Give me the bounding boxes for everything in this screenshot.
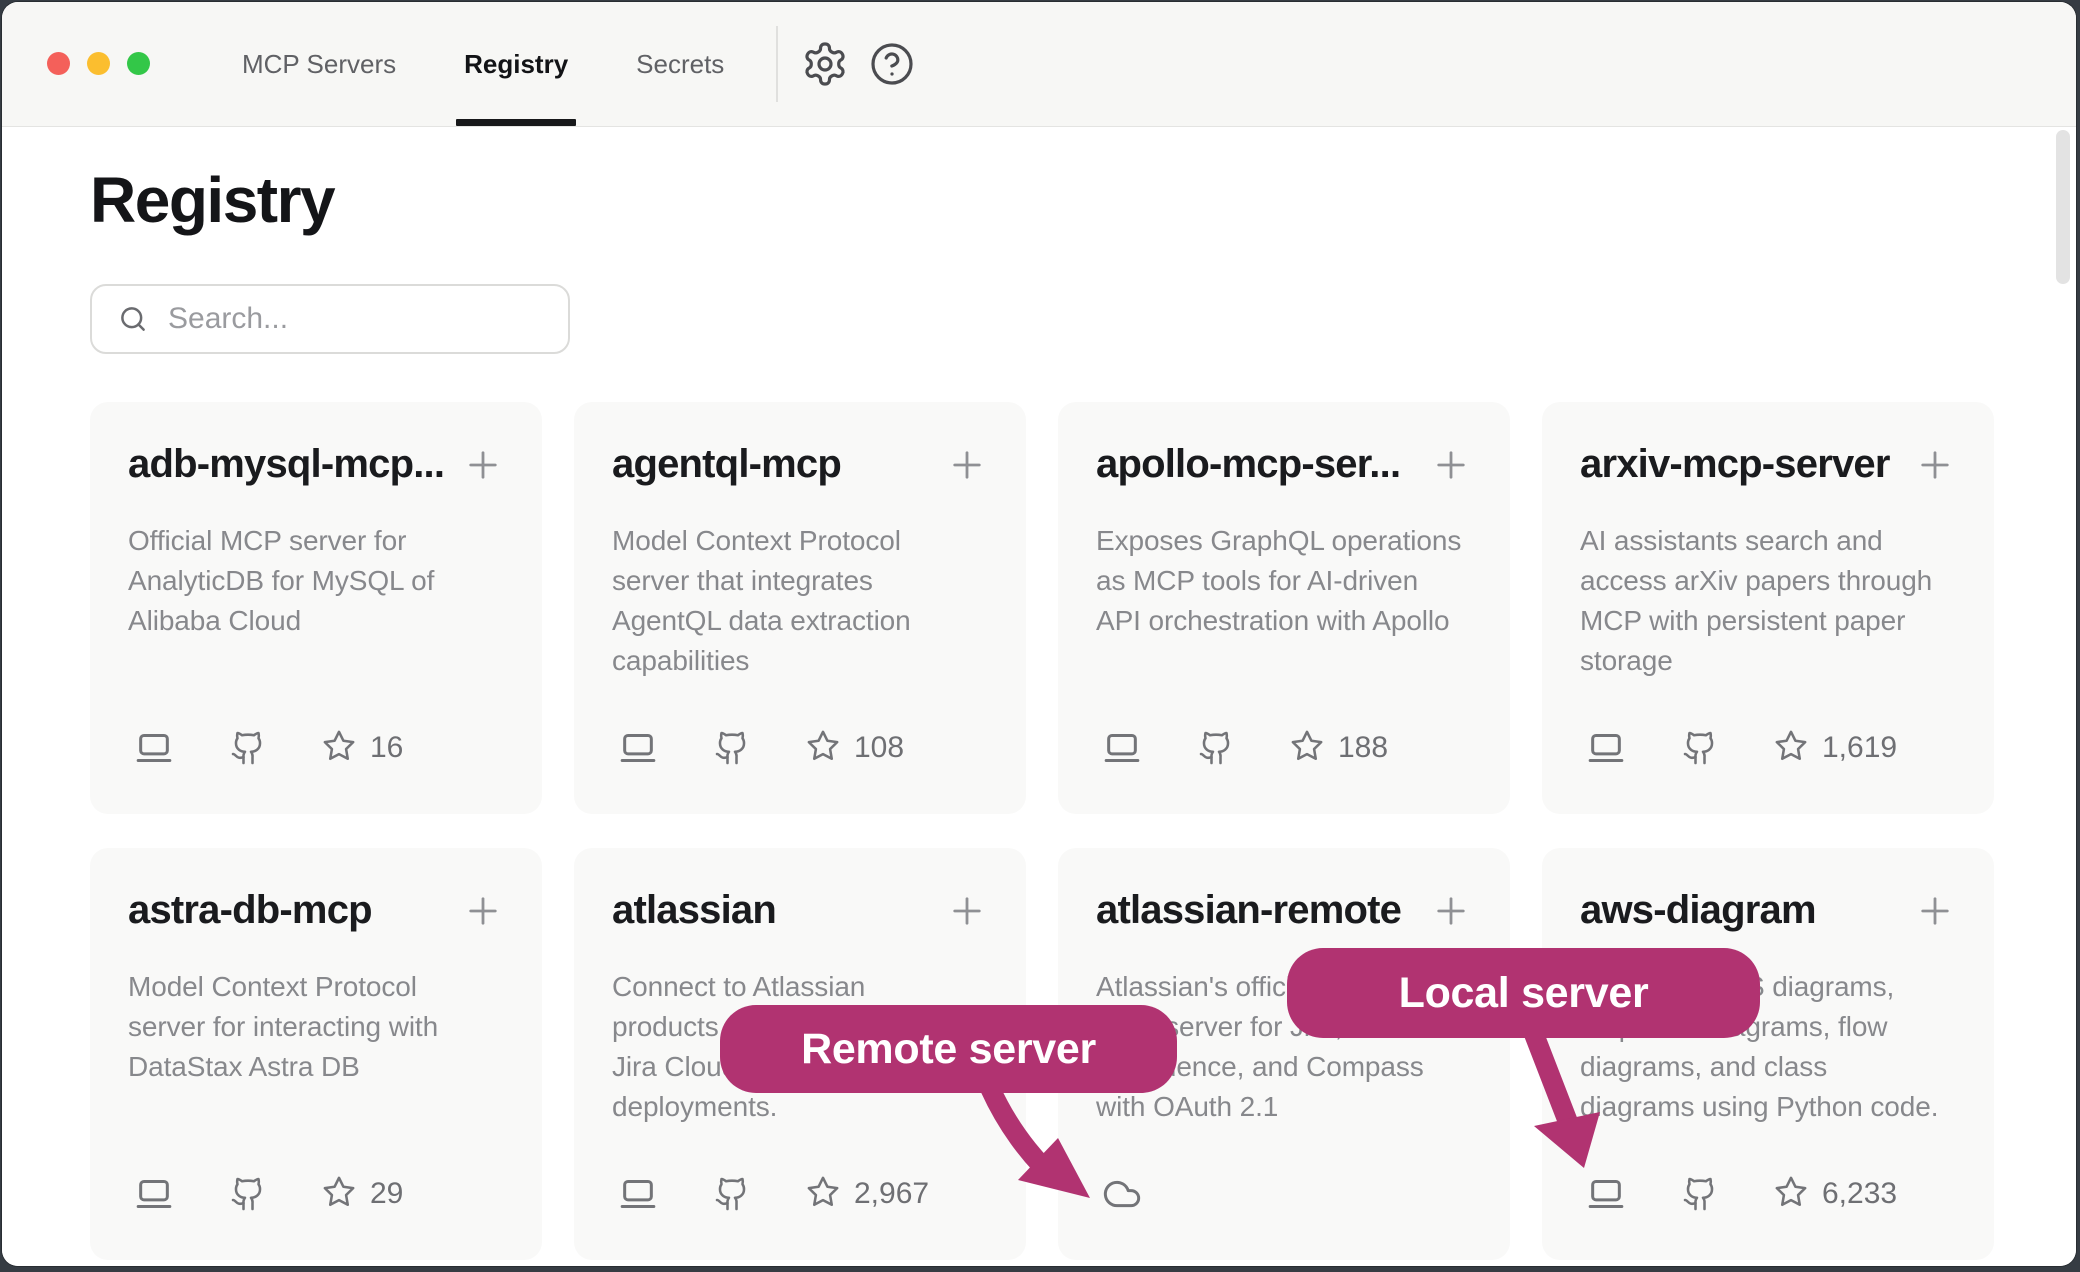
github-icon[interactable] (1682, 1176, 1718, 1212)
server-description: Model Context Protocol server for intera… (128, 967, 548, 1087)
tab-mcp-servers[interactable]: MCP Servers (236, 2, 402, 126)
server-name: agentql-mcp (612, 442, 841, 487)
plus-icon (1430, 890, 1472, 932)
server-card[interactable]: astra-db-mcp Model Context Protocol serv… (90, 848, 542, 1260)
star-count: 2,967 (854, 1177, 929, 1211)
github-icon[interactable] (1682, 730, 1718, 766)
laptop-icon (1586, 728, 1626, 768)
plus-icon (1914, 444, 1956, 486)
page-title: Registry (90, 163, 334, 237)
screen: MCP Servers Registry Secrets Registry ad… (0, 0, 2080, 1272)
card-footer: 16 (134, 728, 403, 768)
laptop-icon (618, 1174, 658, 1214)
star-icon (1774, 729, 1808, 768)
card-footer: 29 (134, 1174, 403, 1214)
server-name: aws-diagram (1580, 888, 1816, 933)
star-icon (806, 1175, 840, 1214)
plus-icon (462, 444, 504, 486)
card-footer: 108 (618, 728, 904, 768)
laptop-icon (134, 1174, 174, 1214)
plus-icon (1430, 444, 1472, 486)
plus-icon (1914, 890, 1956, 932)
server-name: adb-mysql-mcp... (128, 442, 444, 487)
search-icon (118, 304, 148, 334)
server-card[interactable]: apollo-mcp-ser... Exposes GraphQL operat… (1058, 402, 1510, 814)
add-server-button[interactable] (946, 890, 988, 932)
server-card[interactable]: agentql-mcp Model Context Protocol serve… (574, 402, 1026, 814)
help-icon[interactable] (868, 40, 916, 88)
server-name: astra-db-mcp (128, 888, 372, 933)
tab-secrets[interactable]: Secrets (630, 2, 730, 126)
github-icon[interactable] (1198, 730, 1234, 766)
server-name: arxiv-mcp-server (1580, 442, 1890, 487)
server-card[interactable]: adb-mysql-mcp... Official MCP server for… (90, 402, 542, 814)
card-footer: 1,619 (1586, 728, 1897, 768)
server-description: AI assistants search and access arXiv pa… (1580, 521, 2000, 681)
laptop-icon (618, 728, 658, 768)
server-card-grid: adb-mysql-mcp... Official MCP server for… (90, 402, 1994, 1260)
star-count: 6,233 (1822, 1177, 1897, 1211)
plus-icon (462, 890, 504, 932)
card-footer: 2,967 (618, 1174, 929, 1214)
plus-icon (946, 444, 988, 486)
star-icon (1290, 729, 1324, 768)
server-description: Model Context Protocol server that integ… (612, 521, 1032, 681)
tab-registry[interactable]: Registry (458, 2, 574, 126)
minimize-button[interactable] (87, 52, 110, 75)
star-count: 188 (1338, 731, 1388, 765)
add-server-button[interactable] (1914, 444, 1956, 486)
server-name: atlassian-remote (1096, 888, 1401, 933)
search-box[interactable] (90, 284, 570, 354)
add-server-button[interactable] (462, 444, 504, 486)
server-description: Exposes GraphQL operations as MCP tools … (1096, 521, 1516, 641)
annotation-remote-server: Remote server (720, 1005, 1177, 1093)
server-card[interactable]: aws-diagram Generate AWS diagrams, seque… (1542, 848, 1994, 1260)
star-icon (1774, 1175, 1808, 1214)
star-icon (322, 1175, 356, 1214)
laptop-icon (1586, 1174, 1626, 1214)
server-name: apollo-mcp-ser... (1096, 442, 1400, 487)
cloud-icon (1102, 1174, 1142, 1214)
annotation-local-server: Local server (1287, 948, 1760, 1038)
add-server-button[interactable] (1430, 444, 1472, 486)
github-icon[interactable] (230, 1176, 266, 1212)
toolbar-divider (776, 26, 778, 102)
star-count: 29 (370, 1177, 403, 1211)
github-icon[interactable] (230, 730, 266, 766)
toolbar: MCP Servers Registry Secrets (2, 2, 2076, 127)
add-server-button[interactable] (1914, 890, 1956, 932)
card-footer (1102, 1174, 1142, 1214)
add-server-button[interactable] (946, 444, 988, 486)
github-icon[interactable] (714, 1176, 750, 1212)
add-server-button[interactable] (462, 890, 504, 932)
search-input[interactable] (166, 301, 550, 337)
main-nav: MCP Servers Registry Secrets (236, 2, 730, 126)
plus-icon (946, 890, 988, 932)
laptop-icon (1102, 728, 1142, 768)
server-card[interactable]: arxiv-mcp-server AI assistants search an… (1542, 402, 1994, 814)
add-server-button[interactable] (1430, 890, 1472, 932)
registry-page: Registry adb-mysql-mcp... Official MCP s… (2, 127, 2076, 1266)
star-icon (322, 729, 356, 768)
server-name: atlassian (612, 888, 776, 933)
close-button[interactable] (47, 52, 70, 75)
star-count: 108 (854, 731, 904, 765)
star-icon (806, 729, 840, 768)
gear-icon[interactable] (801, 40, 849, 88)
star-count: 1,619 (1822, 731, 1897, 765)
server-description: Official MCP server for AnalyticDB for M… (128, 521, 548, 641)
star-count: 16 (370, 731, 403, 765)
scrollbar-thumb[interactable] (2056, 130, 2070, 284)
github-icon[interactable] (714, 730, 750, 766)
laptop-icon (134, 728, 174, 768)
card-footer: 188 (1102, 728, 1388, 768)
zoom-button[interactable] (127, 52, 150, 75)
window-controls (47, 52, 150, 75)
card-footer: 6,233 (1586, 1174, 1897, 1214)
